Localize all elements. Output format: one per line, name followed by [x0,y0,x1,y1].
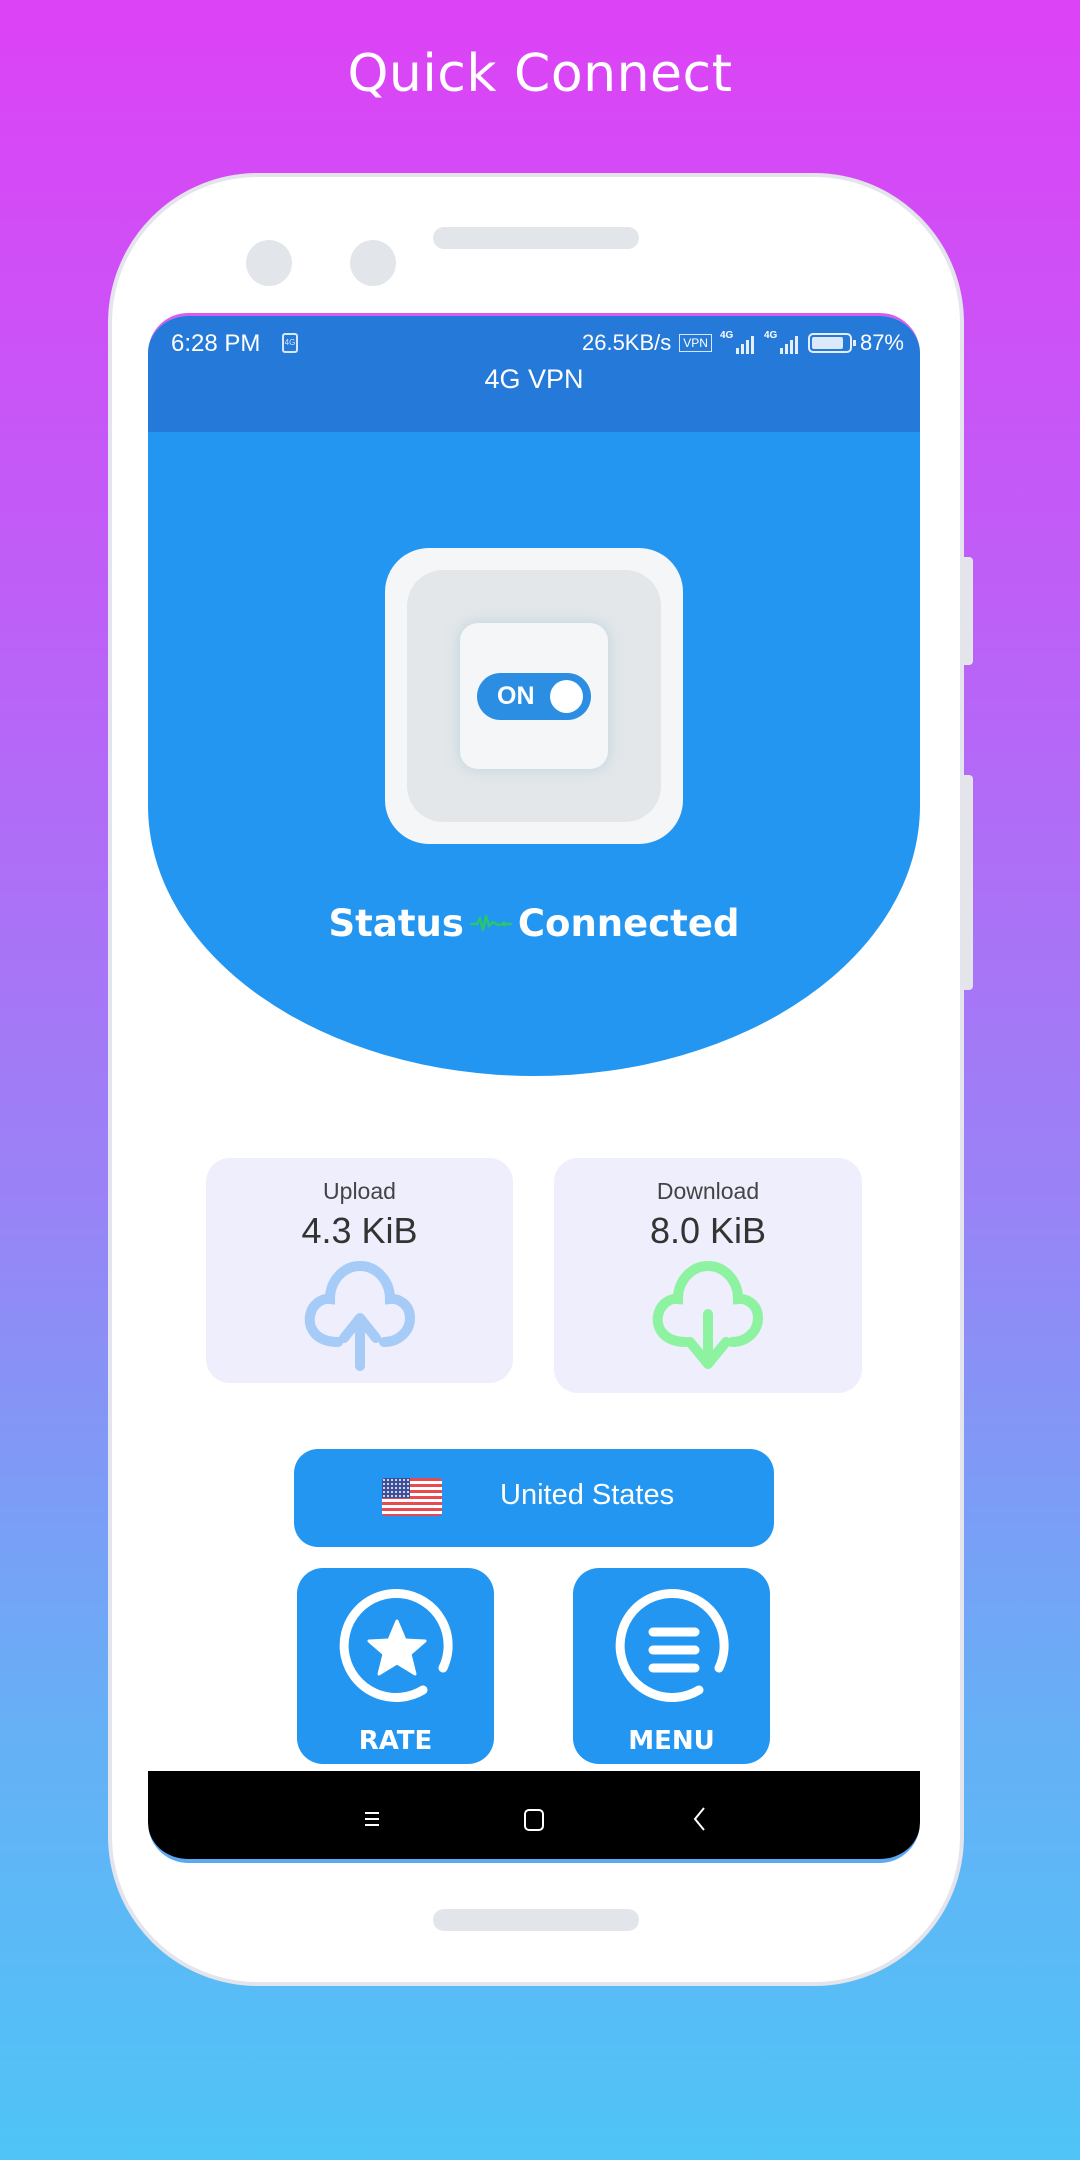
us-flag-icon [382,1478,442,1516]
connect-toggle-button[interactable]: ON [385,548,683,844]
power-switch[interactable]: ON [477,673,591,720]
download-label: Download [656,1178,760,1204]
star-icon [339,1589,453,1702]
menu-button[interactable]: MENU [573,1568,770,1764]
upload-label: Upload [323,1178,396,1204]
back-icon[interactable] [686,1805,714,1833]
upload-value: 4.3 KiB [301,1210,418,1251]
battery-icon [807,333,856,353]
phone-screen: 6:28 PM 4G 26.5KB/s VPN 4G 4G 87% 4G VPN… [148,313,920,1863]
app-bar: 6:28 PM 4G 26.5KB/s VPN 4G 4G 87% 4G VPN [148,316,920,432]
connection-status: Status Connected [148,902,920,945]
system-nav-bar [148,1771,920,1863]
signal-icon: 4G [764,330,800,356]
status-value: Connected [517,902,740,945]
network-type: 4G [763,330,778,341]
recent-apps-icon[interactable] [358,1805,386,1833]
cloud-download-icon [652,1260,764,1369]
download-value: 8.0 KiB [649,1210,767,1251]
app-title: 4G VPN [484,364,584,394]
menu-icon [615,1589,729,1702]
country-name: United States [500,1479,675,1511]
home-icon[interactable] [520,1805,548,1833]
battery-percent: 87% [859,330,904,355]
front-sensor [350,240,396,286]
phone-home-bar [433,1909,639,1931]
signal-icon: 4G [720,330,756,356]
status-label: Status [328,902,464,945]
net-speed: 26.5KB/s [581,330,672,355]
network-type: 4G [719,330,734,341]
power-button [963,775,973,990]
menu-label: MENU [628,1726,715,1756]
pulse-icon [469,914,512,931]
volume-button [963,557,973,665]
server-select-button[interactable]: United States [294,1449,774,1547]
connection-panel: ON Status Connected [148,432,920,1076]
vpn-icon: VPN [679,334,712,352]
status-time: 6:28 PM [171,330,261,357]
front-camera [246,240,292,286]
switch-label: ON [497,682,535,710]
page-title: Quick Connect [347,44,733,104]
cloud-upload-icon [304,1260,415,1371]
status-indicators: 26.5KB/s VPN 4G 4G 87% [582,330,904,356]
shield-icon: 4G [282,333,298,353]
rate-label: RATE [358,1726,433,1756]
rate-button[interactable]: RATE [297,1568,494,1764]
switch-knob [550,680,583,713]
upload-card: Upload 4.3 KiB [206,1158,513,1383]
earpiece-speaker [433,227,639,249]
download-card: Download 8.0 KiB [554,1158,862,1393]
